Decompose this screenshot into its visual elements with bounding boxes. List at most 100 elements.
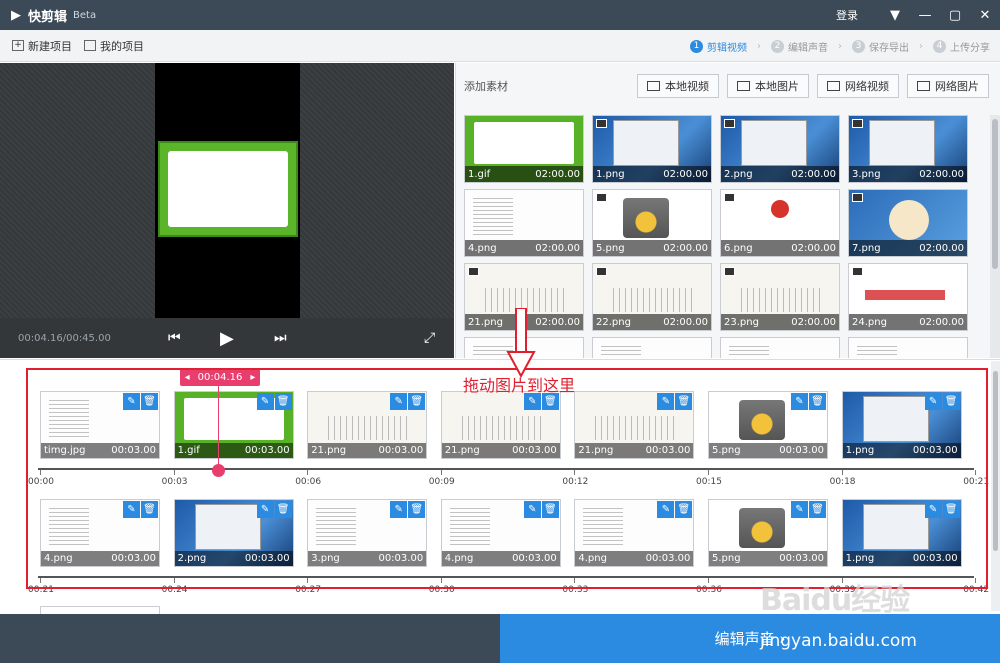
- delete-icon[interactable]: 🗑: [408, 393, 426, 410]
- duration: 00:03.00: [912, 553, 958, 564]
- timeline-clip[interactable]: ✎ 🗑 timg.jpg 00:03.00: [40, 391, 160, 459]
- material-scrollbar[interactable]: [990, 115, 1000, 358]
- material-tile[interactable]: 1.gif 02:00.00: [464, 115, 584, 183]
- menu-icon[interactable]: ▼: [880, 0, 910, 30]
- online-image-button[interactable]: 网络图片: [907, 74, 989, 98]
- delete-icon[interactable]: 🗑: [408, 501, 426, 518]
- local-video-button[interactable]: 本地视频: [637, 74, 719, 98]
- timeline-clip[interactable]: ✎ 🗑 4.png 00:03.00: [574, 499, 695, 567]
- tick-label: 00:15: [696, 477, 722, 487]
- tile-caption: 4.png 02:00.00: [465, 240, 583, 256]
- edit-icon[interactable]: ✎: [657, 501, 675, 518]
- material-tile[interactable]: 23.png 02:00.00: [720, 263, 840, 331]
- timeline-clip[interactable]: ✎ 🗑 5.png 00:03.00: [708, 391, 828, 459]
- next-frame-icon[interactable]: ⏭: [274, 330, 287, 346]
- new-project-button[interactable]: + 新建项目: [12, 38, 72, 54]
- material-tile[interactable]: 5.png 02:00.00: [592, 189, 712, 257]
- delete-icon[interactable]: 🗑: [942, 393, 960, 410]
- thumbnail: [593, 338, 711, 358]
- duration: 02:00.00: [663, 168, 708, 180]
- step-label: 上传分享: [950, 42, 990, 54]
- play-icon[interactable]: ▶: [220, 328, 234, 349]
- step-4[interactable]: 4 上传分享: [933, 39, 990, 54]
- timeline-clip[interactable]: ✎ 🗑 1.png 00:03.00: [841, 391, 962, 459]
- edit-icon[interactable]: ✎: [791, 393, 808, 410]
- timeline-scrollbar[interactable]: [991, 361, 1000, 611]
- material-tile[interactable]: 1.png 02:00.00: [592, 115, 712, 183]
- timeline-clip[interactable]: ✎ 🗑 2.png 00:03.00: [173, 499, 294, 567]
- clip-caption: timg.jpg 00:03.00: [41, 443, 159, 458]
- step-label: 保存导出: [869, 42, 909, 54]
- clip-caption: 4.png 00:03.00: [41, 551, 159, 566]
- material-tile[interactable]: 3.png 02:00.00: [848, 115, 968, 183]
- timeline-clip[interactable]: ✎ 🗑 21.png 00:03.00: [440, 391, 561, 459]
- timeline-clip[interactable]: ✎ 🗑 21.png 00:03.00: [574, 391, 695, 459]
- tick-mark: [708, 470, 709, 475]
- edit-icon[interactable]: ✎: [657, 393, 675, 410]
- delete-icon[interactable]: 🗑: [541, 501, 559, 518]
- timeline-clip[interactable]: ✎ 🗑 3.png 00:03.00: [307, 499, 428, 567]
- close-icon[interactable]: ✕: [970, 0, 1000, 30]
- edit-icon[interactable]: ✎: [791, 501, 808, 518]
- tick-label: 00:30: [428, 585, 455, 595]
- material-tile[interactable]: 4.png 02:00.00: [464, 189, 584, 257]
- duration: 02:00.00: [535, 168, 580, 180]
- duration: 00:03.00: [111, 445, 156, 456]
- timeline-clip[interactable]: ✎ 🗑 1.png 00:03.00: [841, 499, 962, 567]
- delete-icon[interactable]: 🗑: [809, 393, 826, 410]
- clip-caption: 3.png 00:03.00: [308, 551, 427, 566]
- fullscreen-icon[interactable]: ⤢: [424, 330, 435, 346]
- delete-icon[interactable]: 🗑: [274, 501, 292, 518]
- online-video-button[interactable]: 网络视频: [817, 74, 899, 98]
- my-projects-button[interactable]: 我的项目: [84, 38, 144, 54]
- tick-label: 00:33: [562, 585, 589, 595]
- timeline-clip[interactable]: ✎ 🗑 21.png 00:03.00: [307, 391, 428, 459]
- edit-icon[interactable]: ✎: [390, 501, 408, 518]
- login-link[interactable]: 登录: [836, 7, 858, 23]
- image-type-icon: [596, 267, 607, 276]
- timeline-clip[interactable]: ✎ 🗑 5.png 00:03.00: [708, 499, 828, 567]
- timeline-clip[interactable]: ✎ 🗑 1.gif 00:03.00: [173, 391, 294, 459]
- material-tile[interactable]: [592, 337, 712, 358]
- delete-icon[interactable]: 🗑: [675, 501, 693, 518]
- delete-icon[interactable]: 🗑: [942, 501, 960, 518]
- step-3[interactable]: 3 保存导出 ›: [852, 39, 923, 54]
- edit-icon[interactable]: ✎: [123, 501, 140, 518]
- playhead-time[interactable]: ◂ 00:04.16 ▸: [180, 368, 260, 386]
- edit-icon[interactable]: ✎: [256, 501, 274, 518]
- edit-icon[interactable]: ✎: [523, 501, 541, 518]
- material-tile[interactable]: 6.png 02:00.00: [720, 189, 840, 257]
- local-image-button[interactable]: 本地图片: [727, 74, 809, 98]
- step-2[interactable]: 2 编辑声音 ›: [771, 39, 842, 54]
- annotation-arrow-icon: [506, 308, 536, 378]
- edit-icon[interactable]: ✎: [390, 393, 408, 410]
- timeline-clip[interactable]: ✎ 🗑 4.png 00:03.00: [40, 499, 160, 567]
- playhead-handle[interactable]: [212, 464, 225, 477]
- edit-icon[interactable]: ✎: [924, 501, 942, 518]
- delete-icon[interactable]: 🗑: [675, 393, 693, 410]
- app-name: 快剪辑: [28, 9, 68, 25]
- edit-icon[interactable]: ✎: [256, 393, 274, 410]
- duration: 00:03.00: [779, 445, 824, 456]
- image-type-icon: [724, 267, 735, 276]
- material-tile[interactable]: 22.png 02:00.00: [592, 263, 712, 331]
- delete-icon[interactable]: 🗑: [809, 501, 826, 518]
- tile-caption: 22.png 02:00.00: [593, 314, 711, 330]
- edit-icon[interactable]: ✎: [123, 393, 140, 410]
- step-1[interactable]: 1 剪辑视频 ›: [690, 39, 761, 54]
- delete-icon[interactable]: 🗑: [141, 501, 158, 518]
- delete-icon[interactable]: 🗑: [274, 393, 292, 410]
- tick-mark: [574, 470, 576, 475]
- material-tile[interactable]: [848, 337, 968, 358]
- prev-frame-icon[interactable]: ⏮: [168, 330, 181, 346]
- maximize-icon[interactable]: ▢: [940, 0, 970, 30]
- material-tile[interactable]: 7.png 02:00.00: [848, 189, 968, 257]
- material-tile[interactable]: [720, 337, 840, 358]
- delete-icon[interactable]: 🗑: [141, 393, 158, 410]
- minimize-icon[interactable]: —: [910, 0, 940, 30]
- timeline-clip[interactable]: ✎ 🗑 4.png 00:03.00: [440, 499, 561, 567]
- duration: 00:03.00: [779, 553, 824, 564]
- material-tile[interactable]: 24.png 02:00.00: [848, 263, 968, 331]
- material-tile[interactable]: 2.png 02:00.00: [720, 115, 840, 183]
- edit-icon[interactable]: ✎: [924, 393, 942, 410]
